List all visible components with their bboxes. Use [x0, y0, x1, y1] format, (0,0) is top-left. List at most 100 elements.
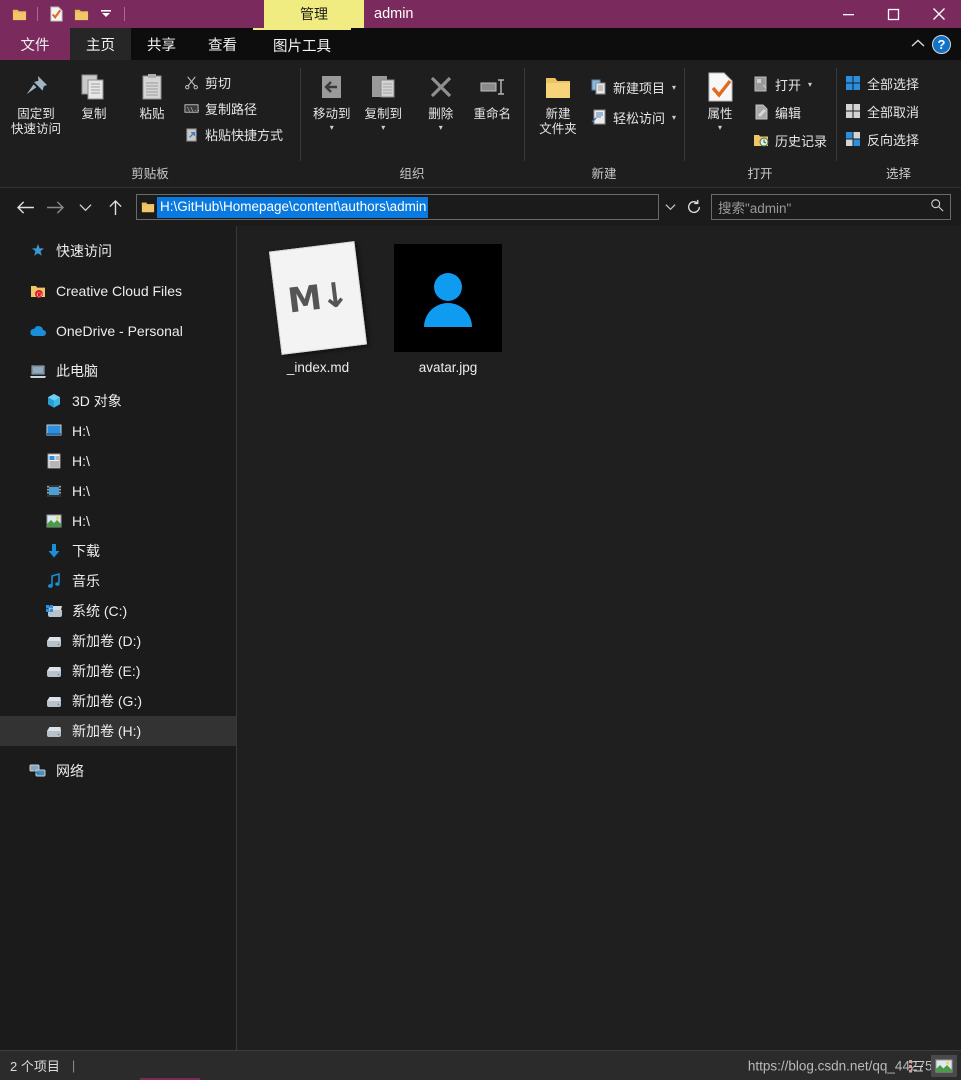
ribbon-group-label-new: 新建	[591, 167, 617, 181]
paste-button[interactable]: 粘贴	[124, 66, 180, 122]
rename-icon	[477, 70, 507, 104]
easy-access-icon	[590, 108, 608, 126]
sidebar-item-documents[interactable]: H:\	[0, 446, 236, 476]
sidebar-label: 新加卷 (G:)	[72, 693, 142, 709]
sidebar-item-quick-access[interactable]: 快速访问	[0, 236, 236, 266]
new-folder-button[interactable]: 新建 文件夹	[532, 66, 584, 137]
sidebar-item-creative-cloud-files[interactable]: Cc Creative Cloud Files	[0, 276, 236, 306]
svg-text:\\..: \\..	[186, 106, 198, 112]
sidebar-item-drive-e[interactable]: 新加卷 (E:)	[0, 656, 236, 686]
paste-shortcut-button[interactable]: 粘贴快捷方式	[182, 123, 283, 145]
cut-button[interactable]: 剪切	[182, 71, 283, 93]
back-button[interactable]	[10, 192, 40, 222]
open-button[interactable]: 打开 ▾	[752, 73, 827, 95]
sidebar-item-drive-d[interactable]: 新加卷 (D:)	[0, 626, 236, 656]
search-input[interactable]: 搜索"admin"	[718, 197, 930, 217]
sidebar-item-drive-g[interactable]: 新加卷 (G:)	[0, 686, 236, 716]
tab-share[interactable]: 共享	[131, 28, 192, 60]
pin-to-quick-access-button[interactable]: 固定到 快速访问	[8, 66, 64, 137]
select-none-icon	[844, 102, 862, 120]
tab-picture-tools[interactable]: 图片工具	[253, 28, 351, 60]
rename-button[interactable]: 重命名	[469, 66, 517, 122]
sidebar-label: 新加卷 (H:)	[72, 723, 142, 739]
edit-button[interactable]: 编辑	[752, 101, 827, 123]
address-dropdown-icon[interactable]	[659, 195, 681, 219]
forward-button[interactable]	[40, 192, 70, 222]
sidebar-item-this-pc[interactable]: 此电脑	[0, 356, 236, 386]
properties-button[interactable]: 属性 ▾	[692, 66, 748, 132]
sidebar-item-drive-c[interactable]: 系统 (C:)	[0, 596, 236, 626]
tab-view[interactable]: 查看	[192, 28, 253, 60]
delete-icon	[426, 70, 456, 104]
customize-dropdown-icon[interactable]	[95, 3, 117, 25]
sidebar-item-videos[interactable]: H:\	[0, 476, 236, 506]
folder-icon[interactable]	[8, 3, 30, 25]
properties-icon[interactable]	[45, 3, 67, 25]
onedrive-cloud-icon	[28, 321, 48, 341]
copy-path-button[interactable]: \\.. 复制路径	[182, 97, 283, 119]
open-caret-icon[interactable]: ▾	[808, 80, 812, 89]
sidebar-item-downloads[interactable]: 下载	[0, 536, 236, 566]
collapse-ribbon-icon[interactable]	[911, 35, 925, 53]
address-path-text[interactable]: H:\GitHub\Homepage\content\authors\admin	[157, 196, 429, 218]
address-input[interactable]: H:\GitHub\Homepage\content\authors\admin	[136, 194, 659, 220]
copy-to-button[interactable]: 复制到 ▾	[360, 66, 408, 132]
ribbon-group-label-clipboard: 剪贴板	[131, 167, 169, 181]
invert-selection-button[interactable]: 反向选择	[844, 128, 919, 150]
sidebar-label: 新加卷 (E:)	[72, 663, 141, 679]
download-arrow-icon	[44, 541, 64, 561]
help-icon[interactable]: ?	[932, 34, 951, 54]
contextual-tab-manage[interactable]: 管理	[264, 0, 364, 28]
cut-label: 剪切	[205, 75, 232, 91]
properties-caret-icon[interactable]: ▾	[718, 124, 722, 132]
sidebar-item-3d-objects[interactable]: 3D 对象	[0, 386, 236, 416]
delete-caret-icon[interactable]: ▾	[439, 124, 443, 132]
tab-file[interactable]: 文件	[0, 28, 70, 60]
tab-home[interactable]: 主页	[70, 28, 131, 60]
file-item-avatar-jpg[interactable]: avatar.jpg	[389, 242, 507, 375]
select-none-button[interactable]: 全部取消	[844, 100, 919, 122]
sidebar-label: 新加卷 (D:)	[72, 633, 142, 649]
sidebar-item-drive-h[interactable]: 新加卷 (H:)	[0, 716, 236, 746]
file-item-index-md[interactable]: M↓ _index.md	[259, 241, 377, 375]
move-to-button[interactable]: 移动到 ▾	[308, 66, 356, 132]
search-icon[interactable]	[930, 198, 944, 217]
search-box[interactable]: 搜索"admin"	[711, 194, 951, 220]
refresh-button[interactable]	[681, 194, 707, 220]
maximize-button[interactable]	[871, 0, 916, 28]
new-folder-icon[interactable]	[70, 3, 92, 25]
easy-access-button[interactable]: 轻松访问 ▾	[590, 106, 676, 128]
up-button[interactable]	[100, 192, 130, 222]
copy-button[interactable]: 复制	[66, 66, 122, 122]
close-button[interactable]	[916, 0, 961, 28]
file-list-view[interactable]: M↓ _index.md avatar.jpg	[237, 226, 961, 1050]
delete-button[interactable]: 删除 ▾	[417, 66, 465, 132]
pin-label-line1: 固定到	[17, 107, 55, 121]
properties-icon	[705, 70, 735, 104]
drive-icon	[44, 631, 64, 651]
minimize-button[interactable]	[826, 0, 871, 28]
invert-selection-icon	[844, 130, 862, 148]
sidebar-item-pictures[interactable]: H:\	[0, 506, 236, 536]
move-to-caret-icon[interactable]: ▾	[330, 124, 334, 132]
recent-locations-button[interactable]	[70, 192, 100, 222]
new-item-caret-icon[interactable]: ▾	[672, 83, 676, 92]
easy-access-caret-icon[interactable]: ▾	[672, 113, 676, 122]
sidebar-item-onedrive-personal[interactable]: OneDrive - Personal	[0, 316, 236, 346]
avatar-image-icon	[394, 244, 502, 352]
details-view-button[interactable]	[903, 1055, 929, 1077]
large-icons-view-button[interactable]	[931, 1054, 957, 1077]
history-button[interactable]: 历史记录	[752, 129, 827, 151]
sidebar-item-network[interactable]: 网络	[0, 756, 236, 786]
new-folder-label-line2: 文件夹	[539, 122, 577, 136]
select-all-button[interactable]: 全部选择	[844, 72, 919, 94]
pin-label-line2: 快速访问	[10, 122, 61, 136]
file-grid: M↓ _index.md avatar.jpg	[259, 241, 961, 375]
sidebar-item-desktop[interactable]: H:\	[0, 416, 236, 446]
window-controls	[826, 0, 961, 28]
invert-selection-label: 反向选择	[867, 132, 920, 148]
copy-to-caret-icon[interactable]: ▾	[381, 124, 385, 132]
new-item-button[interactable]: 新建项目 ▾	[590, 76, 676, 98]
new-folder-label-line1: 新建	[545, 107, 571, 121]
sidebar-item-music[interactable]: 音乐	[0, 566, 236, 596]
